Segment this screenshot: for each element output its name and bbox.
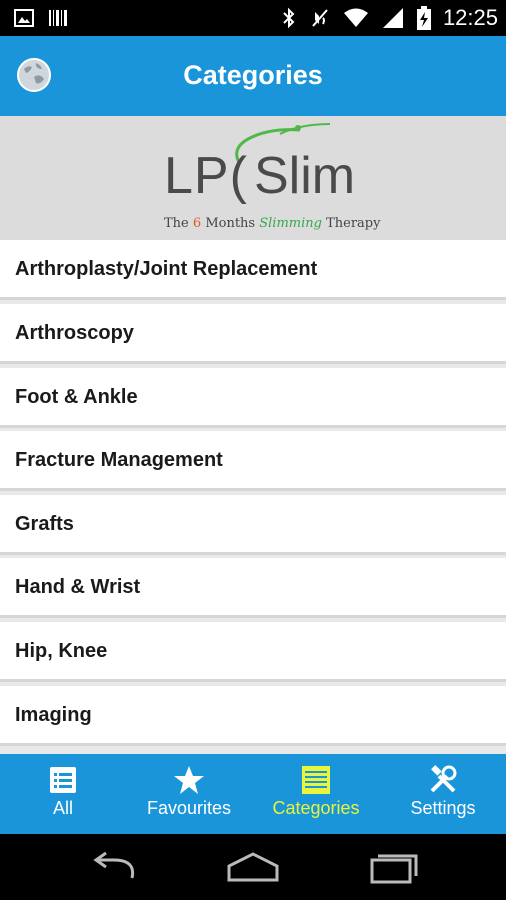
star-icon	[174, 766, 204, 794]
system-nav-bar	[0, 834, 506, 900]
list-item[interactable]: Arthroscopy	[0, 304, 506, 364]
wifi-icon	[343, 8, 368, 27]
list-item[interactable]: Imaging	[0, 686, 506, 746]
tab-favourites[interactable]: Favourites	[126, 754, 252, 834]
battery-charging-icon	[416, 6, 431, 30]
status-bar: 12:25	[0, 0, 506, 36]
category-list[interactable]: Arthroplasty/Joint Replacement Arthrosco…	[0, 240, 506, 754]
tab-categories[interactable]: Categories	[253, 754, 379, 834]
list-icon	[50, 767, 76, 793]
logo-tagline: The 6 Months Slimming Therapy	[164, 216, 381, 231]
page-title: Categories	[183, 60, 323, 90]
categories-icon	[302, 766, 330, 794]
status-time: 12:25	[442, 5, 498, 30]
tab-settings[interactable]: Settings	[380, 754, 506, 834]
lpslim-logo: LP( Slim The 6 Months Slimming Therapy	[160, 116, 380, 240]
bluetooth-icon	[283, 7, 295, 29]
tab-all[interactable]: All	[0, 754, 126, 834]
back-icon[interactable]	[84, 850, 144, 886]
tools-icon	[430, 765, 457, 793]
logo-text: LP(	[164, 147, 248, 205]
bottom-tab-bar: All Favourites Categories Settings	[0, 754, 506, 834]
barcode-icon	[49, 10, 67, 26]
list-item[interactable]: Hip, Knee	[0, 622, 506, 682]
image-icon	[14, 9, 34, 27]
list-item[interactable]: Arthroplasty/Joint Replacement	[0, 240, 506, 300]
list-item[interactable]: Foot & Ankle	[0, 368, 506, 428]
list-item[interactable]: Fracture Management	[0, 431, 506, 491]
mute-icon	[312, 9, 328, 27]
list-item[interactable]: Grafts	[0, 495, 506, 555]
list-item[interactable]: Hand & Wrist	[0, 558, 506, 618]
signal-icon	[382, 8, 403, 28]
recents-icon[interactable]	[364, 850, 424, 886]
logo-text-slim: Slim	[254, 147, 356, 205]
home-icon[interactable]	[223, 850, 283, 886]
logo-banner: LP( Slim The 6 Months Slimming Therapy	[0, 116, 506, 240]
app-header: Categories	[0, 36, 506, 116]
